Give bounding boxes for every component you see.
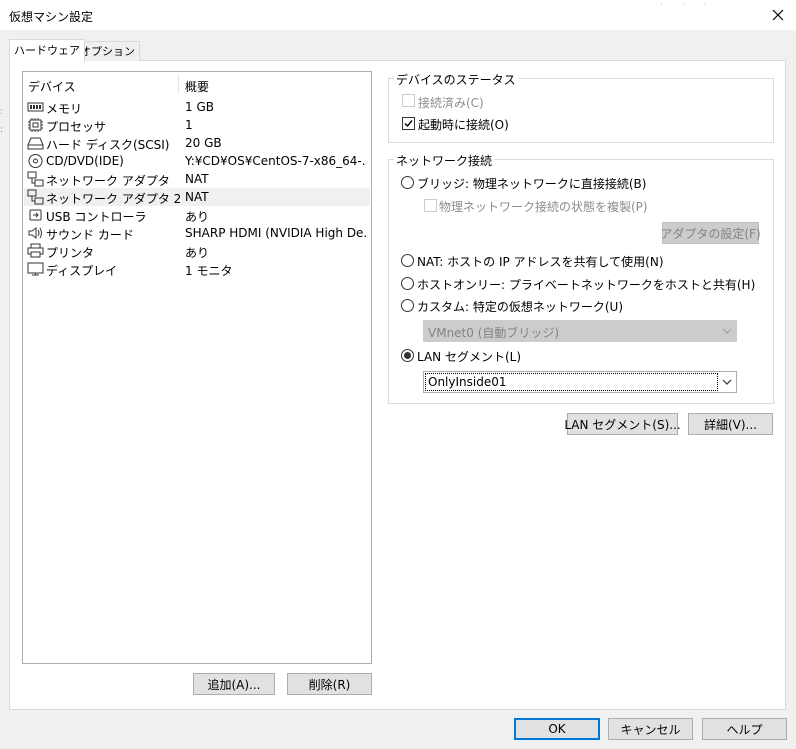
cancel-button[interactable]: キャンセル xyxy=(608,718,693,740)
device-row-display[interactable]: ディスプレイ 1 モニタ xyxy=(24,260,370,278)
custom-network-select[interactable]: VMnet0 (自動ブリッジ) xyxy=(423,320,737,342)
device-row-memory[interactable]: メモリ 1 GB xyxy=(24,98,370,116)
edge-marks: :: xyxy=(0,107,4,135)
close-button[interactable] xyxy=(766,3,790,27)
device-list[interactable]: デバイス 概要 メモリ 1 GB プロセッサ 1 ハード ディスク(SCSI) … xyxy=(22,71,372,664)
chevron-down-icon xyxy=(722,328,732,334)
device-name: ハード ディスク(SCSI) xyxy=(46,138,170,152)
remove-device-button[interactable]: 削除(R) xyxy=(287,673,372,695)
replicate-state-label: 物理ネットワーク接続の状態を複製(P) xyxy=(439,200,648,214)
device-row-hard-disk[interactable]: ハード ディスク(SCSI) 20 GB xyxy=(24,134,370,152)
nat-radio[interactable] xyxy=(401,254,414,267)
custom-radio[interactable] xyxy=(401,299,414,312)
device-name: ネットワーク アダプタ xyxy=(46,174,170,188)
bridged-label: ブリッジ: 物理ネットワークに直接接続(B) xyxy=(417,177,647,191)
hard-disk-icon xyxy=(27,137,44,150)
device-name: サウンド カード xyxy=(46,228,134,242)
column-separator[interactable] xyxy=(178,74,179,94)
faint-background-marks: · · · xyxy=(660,0,715,10)
help-button[interactable]: ヘルプ xyxy=(702,718,787,740)
processor-icon xyxy=(28,118,43,132)
chevron-down-icon xyxy=(722,379,732,385)
device-row-sound-card[interactable]: サウンド カード SHARP HDMI (NVIDIA High De... xyxy=(24,224,370,242)
device-name: CD/DVD(IDE) xyxy=(46,154,124,168)
device-name: ネットワーク アダプタ 2 xyxy=(46,192,182,206)
device-list-header: デバイス 概要 xyxy=(23,72,371,96)
device-summary: 1 モニタ xyxy=(185,264,233,278)
device-name: USB コントローラ xyxy=(46,210,147,224)
checkmark-icon xyxy=(404,120,413,128)
device-summary: NAT xyxy=(185,190,209,204)
custom-network-value: VMnet0 (自動ブリッジ) xyxy=(428,326,560,340)
device-summary: Y:¥CD¥OS¥CentOS-7-x86_64-... xyxy=(185,154,367,168)
device-status-title: デバイスのステータス xyxy=(394,71,518,88)
configure-adapters-button[interactable]: アダプタの設定(F) xyxy=(660,222,761,244)
device-row-processor[interactable]: プロセッサ 1 xyxy=(24,116,370,134)
connected-checkbox[interactable] xyxy=(402,94,415,107)
connected-label: 接続済み(C) xyxy=(418,96,484,110)
device-name: ディスプレイ xyxy=(46,264,118,278)
network-adapter-icon xyxy=(27,189,44,205)
close-icon xyxy=(772,9,784,21)
ok-button[interactable]: OK xyxy=(514,718,600,740)
display-icon xyxy=(27,262,44,276)
host-only-label: ホストオンリー: プライベートネットワークをホストと共有(H) xyxy=(417,278,756,292)
nat-label: NAT: ホストの IP アドレスを共有して使用(N) xyxy=(417,255,664,269)
lan-segment-radio[interactable] xyxy=(401,349,414,362)
memory-icon xyxy=(27,102,44,112)
lan-segments-button[interactable]: LAN セグメント(S)... xyxy=(564,413,681,435)
network-connection-title: ネットワーク接続 xyxy=(394,152,495,169)
cd-dvd-icon xyxy=(28,154,43,168)
network-adapter-icon xyxy=(27,171,44,187)
connect-at-power-on-label: 起動時に接続(O) xyxy=(418,118,509,132)
device-summary: 1 xyxy=(185,118,193,132)
device-summary: 1 GB xyxy=(185,100,214,114)
lan-segment-select[interactable]: OnlyInside01 xyxy=(423,371,737,393)
device-name: メモリ xyxy=(46,102,83,116)
column-header-summary[interactable]: 概要 xyxy=(185,78,209,95)
column-header-device[interactable]: デバイス xyxy=(28,78,76,95)
add-device-button[interactable]: 追加(A)... xyxy=(193,673,275,695)
advanced-button[interactable]: 詳細(V)... xyxy=(688,413,773,435)
tab-hardware[interactable]: ハードウェア xyxy=(9,39,85,62)
host-only-radio[interactable] xyxy=(401,277,414,290)
connect-at-power-on-checkbox[interactable] xyxy=(402,117,415,130)
device-summary: 20 GB xyxy=(185,136,222,150)
printer-icon xyxy=(27,243,44,258)
device-row-cd-dvd[interactable]: CD/DVD(IDE) Y:¥CD¥OS¥CentOS-7-x86_64-... xyxy=(24,152,370,170)
device-summary: あり xyxy=(185,246,210,260)
usb-icon xyxy=(29,209,42,221)
device-summary: NAT xyxy=(185,172,209,186)
device-name: プリンタ xyxy=(46,246,95,260)
replicate-state-checkbox[interactable] xyxy=(424,199,437,212)
window-title: 仮想マシン設定 xyxy=(9,10,94,24)
device-name: プロセッサ xyxy=(46,120,107,134)
lan-segment-value: OnlyInside01 xyxy=(428,375,507,389)
device-row-network-adapter-2[interactable]: ネットワーク アダプタ 2 NAT xyxy=(24,188,370,206)
sound-card-icon xyxy=(28,227,42,239)
custom-label: カスタム: 特定の仮想ネットワーク(U) xyxy=(417,300,624,314)
title-bar: 仮想マシン設定 · · · xyxy=(0,0,796,30)
device-row-network-adapter[interactable]: ネットワーク アダプタ NAT xyxy=(24,170,370,188)
bridged-radio[interactable] xyxy=(401,176,414,189)
device-summary: あり xyxy=(185,210,210,224)
device-row-usb-controller[interactable]: USB コントローラ あり xyxy=(24,206,370,224)
device-summary: SHARP HDMI (NVIDIA High De... xyxy=(185,226,367,240)
device-row-printer[interactable]: プリンタ あり xyxy=(24,242,370,260)
lan-segment-label: LAN セグメント(L) xyxy=(417,350,522,364)
